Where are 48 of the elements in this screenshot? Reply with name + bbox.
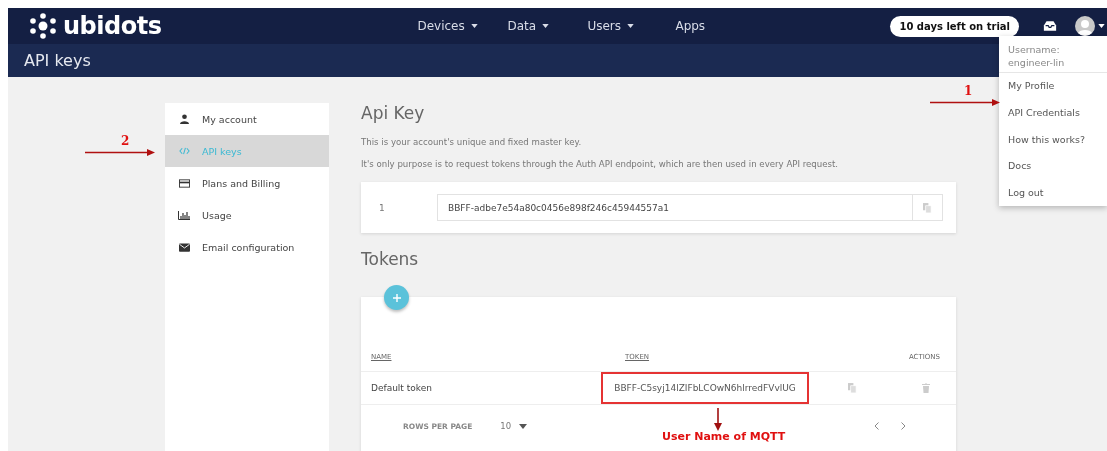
annotation-number: 2 bbox=[121, 134, 130, 148]
logo-text[interactable]: ubidots bbox=[63, 12, 162, 40]
username-text: engineer-lin bbox=[1008, 56, 1066, 69]
next-page-icon[interactable] bbox=[901, 422, 906, 430]
avatar-icon[interactable] bbox=[1075, 16, 1095, 36]
inbox-icon[interactable] bbox=[1043, 20, 1057, 32]
sidebar-item[interactable]: Plans and Billing bbox=[165, 167, 329, 199]
bar-chart-icon bbox=[178, 210, 190, 220]
annotation-caption: User Name of MQTT bbox=[662, 430, 786, 443]
highlighted-token: BBFF-C5syj14lZIFbLCOwN6hlrredFVvlUG bbox=[601, 372, 809, 404]
dropdown-caret-icon[interactable] bbox=[519, 423, 528, 429]
row-number: 1 bbox=[378, 202, 386, 213]
annotation-number: 1 bbox=[964, 84, 973, 98]
annotation-arrow bbox=[85, 148, 155, 156]
description-text: It's only purpose is to request tokens through the Auth API endpoint, which are then used in every API request. bbox=[361, 159, 840, 169]
annotation-arrow bbox=[930, 98, 1000, 106]
menu-item[interactable]: My Profile bbox=[999, 73, 1107, 100]
envelope-icon bbox=[178, 242, 190, 252]
plus-icon bbox=[392, 294, 401, 302]
logo-icon bbox=[28, 13, 58, 39]
nav-menu-item[interactable]: Apps bbox=[675, 19, 706, 33]
menu-item[interactable]: How this works? bbox=[999, 126, 1107, 154]
api-key-field[interactable]: BBFF-adbe7e54a80c0456e898f246c45944557a1 bbox=[437, 194, 943, 221]
menu-item[interactable]: API Credentials bbox=[999, 99, 1107, 127]
sidebar-item[interactable]: Usage bbox=[165, 199, 329, 231]
add-button[interactable] bbox=[384, 285, 409, 310]
trial-badge[interactable]: 10 days left on trial bbox=[890, 15, 1019, 37]
code-icon bbox=[178, 147, 190, 155]
annotation-arrow bbox=[713, 408, 723, 432]
table-cell-text: Default token bbox=[370, 383, 433, 393]
rows-per-page-value[interactable]: 10 bbox=[500, 421, 512, 431]
nav-menu-item[interactable]: Data bbox=[507, 19, 588, 33]
copy-icon bbox=[923, 202, 932, 213]
previous-page-icon[interactable] bbox=[874, 422, 879, 430]
user-icon bbox=[179, 114, 189, 124]
nav-menu-item[interactable]: Users bbox=[587, 19, 676, 33]
section-title: Tokens bbox=[361, 249, 420, 271]
card-icon bbox=[178, 178, 190, 188]
nav-menu-item[interactable]: Devices bbox=[417, 19, 508, 33]
username-label: Username: bbox=[1008, 43, 1061, 56]
menu-item[interactable]: Docs bbox=[999, 153, 1107, 181]
sidebar-item[interactable]: My account bbox=[165, 103, 329, 135]
page-title: API keys bbox=[24, 51, 91, 70]
menu-item[interactable]: Log out bbox=[999, 180, 1107, 207]
caret-icon bbox=[1098, 24, 1105, 28]
description-text: This is your account's unique and fixed master key. bbox=[361, 137, 583, 147]
sidebar-item[interactable]: Email configuration bbox=[165, 231, 329, 263]
section-title: Api Key bbox=[361, 103, 426, 125]
